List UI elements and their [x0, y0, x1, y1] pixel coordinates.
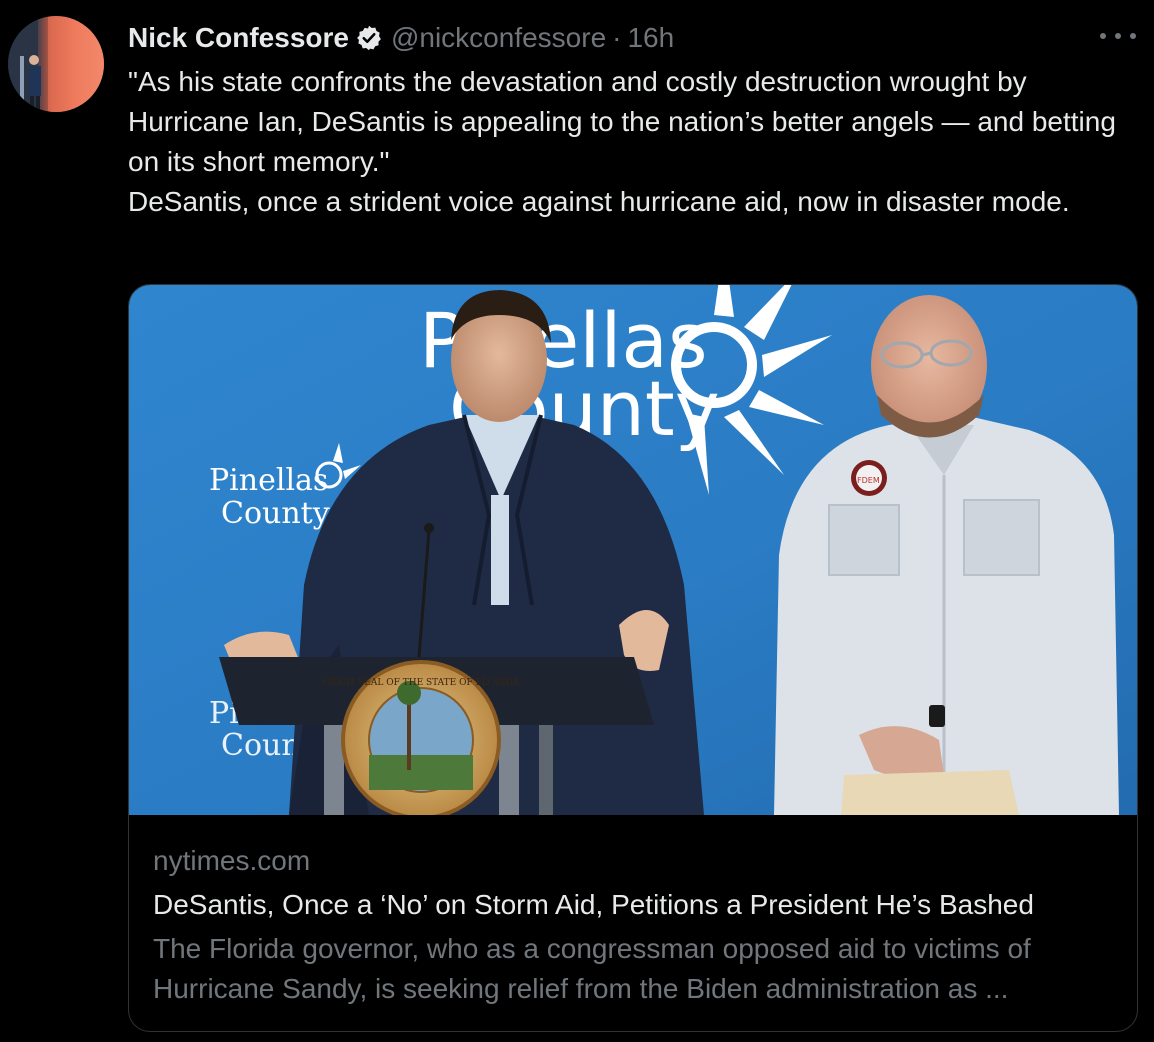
seal-text: GREAT SEAL OF THE STATE OF FLORIDA: [323, 678, 520, 688]
backdrop-text-small-1: Pinellas: [209, 463, 328, 498]
author-name[interactable]: Nick Confessore: [128, 22, 349, 54]
avatar[interactable]: [8, 16, 104, 112]
more-dot: [1115, 33, 1121, 39]
tweet-text: "As his state confronts the devastation …: [128, 62, 1128, 222]
more-options-icon[interactable]: [1100, 24, 1136, 48]
tweet-header: Nick Confessore @nickconfessore · 16h: [128, 20, 674, 56]
separator-dot: ·: [612, 22, 622, 53]
timestamp[interactable]: 16h: [627, 22, 674, 54]
backdrop-text-small-2: County: [221, 496, 330, 531]
tweet-quote: "As his state confronts the devastation …: [128, 66, 1116, 177]
more-dot: [1130, 33, 1136, 39]
tweet[interactable]: Nick Confessore @nickconfessore · 16h "A…: [0, 0, 1154, 1042]
card-description: The Florida governor, who as a congressm…: [153, 933, 1031, 1004]
link-card[interactable]: Pinellas County Pinellas County Pinellas…: [128, 284, 1138, 1032]
tweet-comment: DeSantis, once a strident voice against …: [128, 186, 1070, 217]
patch-text: FDEM: [857, 476, 880, 485]
more-dot: [1100, 33, 1106, 39]
card-headline[interactable]: DeSantis, Once a ‘No’ on Storm Aid, Peti…: [153, 885, 1123, 925]
card-meta[interactable]: nytimes.com DeSantis, Once a ‘No’ on Sto…: [153, 841, 1123, 1009]
card-image[interactable]: Pinellas County Pinellas County Pinellas…: [129, 285, 1137, 815]
card-domain: nytimes.com: [153, 845, 311, 876]
verified-badge-icon: [355, 24, 383, 52]
author-handle[interactable]: @nickconfessore: [391, 22, 606, 54]
